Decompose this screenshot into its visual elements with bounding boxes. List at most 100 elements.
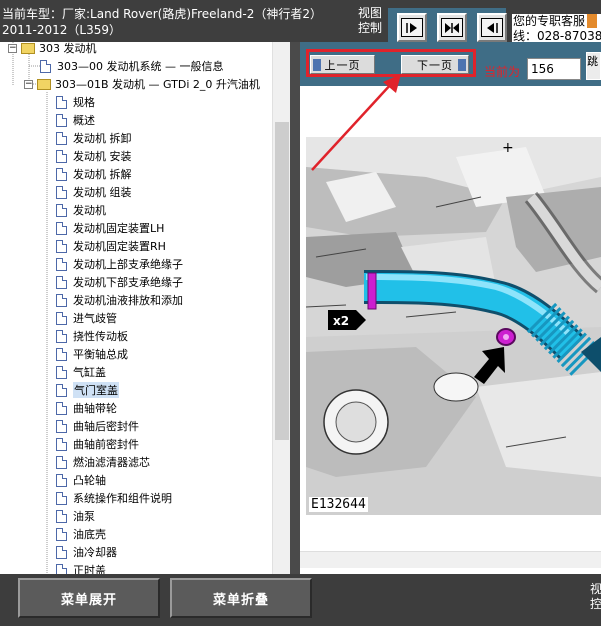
document-icon: [56, 347, 67, 361]
document-icon: [56, 95, 67, 109]
tree-scrollbar[interactable]: [272, 42, 290, 574]
left-arrow-icon: [481, 18, 503, 37]
document-icon: [56, 455, 67, 469]
tree-node-doc[interactable]: 303—00 发动机系统 — 一般信息: [40, 57, 223, 75]
document-icon: [56, 365, 67, 379]
tree-node-label: 油泵: [73, 510, 95, 523]
tree-leaf-item[interactable]: 油底壳: [56, 525, 106, 543]
tree-leaf-item[interactable]: 进气歧管: [56, 309, 117, 327]
header-bar: 当前车型：厂家:Land Rover(路虎)Freeland-2（神行者2） 2…: [0, 0, 601, 46]
collapse-menu-button[interactable]: 菜单折叠: [170, 578, 312, 618]
tree-node-label: 油底壳: [73, 528, 106, 541]
tree-leaf-item[interactable]: 发动机 组装: [56, 183, 132, 201]
tree-node-label: 平衡轴总成: [73, 348, 128, 361]
tree-node-label: 曲轴后密封件: [73, 420, 139, 433]
tree-leaf-item[interactable]: 气缸盖: [56, 363, 106, 381]
tree-leaf-item[interactable]: 发动机油液排放和添加: [56, 291, 183, 309]
current-page-label: 当前为: [484, 65, 521, 79]
tree-node-label: 303—01B 发动机 — GTDi 2_0 升汽油机: [55, 78, 260, 91]
collapse-toggle-icon[interactable]: −: [24, 79, 33, 89]
tree-node-label: 凸轮轴: [73, 474, 106, 487]
tree-leaf-item[interactable]: 发动机上部支承绝缘子: [56, 255, 183, 273]
nav-highlight-box: [306, 49, 476, 77]
collapse-toggle-icon[interactable]: −: [8, 43, 17, 53]
tree-node-label: 发动机 组装: [73, 186, 132, 199]
tree-node-label: 发动机 安装: [73, 150, 132, 163]
tree-leaf-item[interactable]: 概述: [56, 111, 95, 129]
tree-leaf-item[interactable]: 发动机固定装置LH: [56, 219, 164, 237]
document-icon: [56, 113, 67, 127]
page-number-input[interactable]: [527, 58, 581, 80]
document-icon: [56, 203, 67, 217]
document-icon: [56, 329, 67, 343]
tree-leaf-item[interactable]: 发动机: [56, 201, 106, 219]
document-icon: [56, 131, 67, 145]
tree-leaf-item[interactable]: 平衡轴总成: [56, 345, 128, 363]
expand-menu-button[interactable]: 菜单展开: [18, 578, 160, 618]
document-icon: [56, 527, 67, 541]
document-icon: [56, 257, 67, 271]
tree-leaf-item[interactable]: 燃油滤清器滤芯: [56, 453, 150, 471]
view-split-button[interactable]: [437, 13, 467, 42]
tree-node-label: 发动机油液排放和添加: [73, 294, 183, 307]
tree-leaf-item[interactable]: 系统操作和组件说明: [56, 489, 172, 507]
tree-leaf-item[interactable]: 油冷却器: [56, 543, 117, 561]
document-icon: [56, 311, 67, 325]
document-icon: [56, 563, 67, 574]
document-icon: [56, 221, 67, 235]
tree-leaf-item[interactable]: 规格: [56, 93, 95, 111]
tree-leaf-item[interactable]: 曲轴后密封件: [56, 417, 139, 435]
tree-leaf-item[interactable]: 发动机 安装: [56, 147, 132, 165]
go-page-button[interactable]: 跳: [586, 52, 601, 80]
tree-node-label: 油冷却器: [73, 546, 117, 559]
tree-node-label: 气门室盖: [73, 382, 119, 398]
tree-leaf-item[interactable]: 挠性传动板: [56, 327, 128, 345]
vehicle-model-line: 当前车型：厂家:Land Rover(路虎)Freeland-2（神行者2）: [2, 7, 323, 21]
app-window: 当前车型：厂家:Land Rover(路虎)Freeland-2（神行者2） 2…: [0, 0, 601, 626]
tree-node-label: 正时盖: [73, 564, 106, 574]
tree-leaf-item[interactable]: 气门室盖: [56, 381, 119, 399]
tree-node-label: 发动机 拆解: [73, 168, 132, 181]
tree-node-label: 发动机下部支承绝缘子: [73, 276, 183, 289]
customer-service-info: 您的专职客服 线：028-87038: [512, 14, 601, 44]
tree-node-label: 曲轴前密封件: [73, 438, 139, 451]
tree-leaf-item[interactable]: 发动机 拆卸: [56, 129, 132, 147]
callout-label: x2: [333, 314, 349, 328]
view-right-button[interactable]: [397, 13, 427, 42]
right-arrow-icon: [401, 18, 423, 37]
tree-scroll-thumb[interactable]: [275, 122, 289, 440]
tree-node-label: 发动机: [73, 204, 106, 217]
tree-node-label: 发动机固定装置LH: [73, 222, 165, 235]
tree-node-label: 发动机 拆卸: [73, 132, 132, 145]
tree-leaf-item[interactable]: 发动机固定装置RH: [56, 237, 166, 255]
document-icon: [56, 473, 67, 487]
document-icon: [56, 293, 67, 307]
tree-leaf-item[interactable]: 曲轴前密封件: [56, 435, 139, 453]
tree-root-node[interactable]: − 303 发动机: [8, 42, 97, 57]
view-left-button[interactable]: [477, 13, 507, 42]
tree-leaf-item[interactable]: 发动机 拆解: [56, 165, 132, 183]
service-phone: 线：028-87038: [513, 29, 601, 43]
tree-leaf-item[interactable]: 发动机下部支承绝缘子: [56, 273, 183, 291]
tree-node-label: 303—00 发动机系统 — 一般信息: [57, 60, 224, 73]
document-icon: [40, 59, 51, 73]
document-scrollbar[interactable]: [300, 551, 601, 568]
tree-node-label: 概述: [73, 114, 95, 127]
document-icon: [56, 545, 67, 559]
engine-diagram: + x2: [306, 137, 601, 515]
vehicle-years-line: 2011-2012（L359）: [2, 23, 121, 37]
document-icon: [56, 419, 67, 433]
tree-leaf-item[interactable]: 油泵: [56, 507, 95, 525]
qq-icon[interactable]: [587, 14, 598, 28]
tree-node-folder[interactable]: − 303—01B 发动机 — GTDi 2_0 升汽油机: [24, 75, 260, 93]
tree-leaf-item[interactable]: 正时盖: [56, 561, 106, 574]
figure-id: E132644: [309, 497, 368, 512]
tree-node-label: 系统操作和组件说明: [73, 492, 172, 505]
document-icon: [56, 185, 67, 199]
document-icon: [56, 239, 67, 253]
tree-node-label: 曲轴带轮: [73, 402, 117, 415]
tree-leaf-item[interactable]: 凸轮轴: [56, 471, 106, 489]
document-icon: [56, 275, 67, 289]
tree-leaf-item[interactable]: 曲轴带轮: [56, 399, 117, 417]
panel-splitter[interactable]: [290, 42, 300, 574]
